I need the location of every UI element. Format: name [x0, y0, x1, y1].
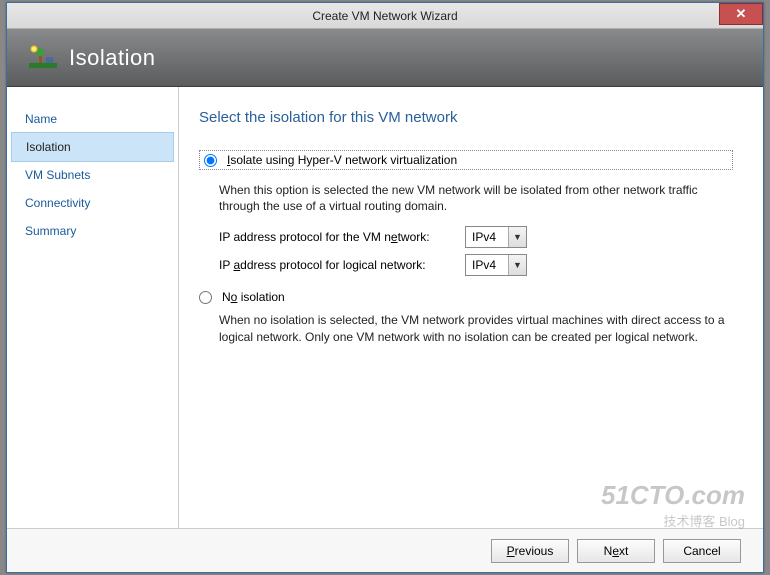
- radio-isolate-hyperv[interactable]: [204, 154, 217, 167]
- vm-protocol-value: IPv4: [466, 227, 508, 247]
- cancel-button[interactable]: Cancel: [663, 539, 741, 563]
- vm-protocol-row: IP address protocol for the VM network: …: [219, 226, 733, 248]
- wizard-banner: Isolation: [7, 29, 763, 87]
- chevron-down-icon: ▼: [508, 227, 526, 247]
- wizard-body: Name Isolation VM Subnets Connectivity S…: [7, 87, 763, 528]
- wizard-footer: Previous Next Cancel: [7, 528, 763, 572]
- step-connectivity[interactable]: Connectivity: [7, 189, 178, 217]
- previous-button[interactable]: Previous: [491, 539, 569, 563]
- chevron-down-icon: ▼: [508, 255, 526, 275]
- wizard-steps-sidebar: Name Isolation VM Subnets Connectivity S…: [7, 87, 179, 528]
- option-none-radio-line[interactable]: No isolation: [199, 290, 733, 304]
- logical-protocol-row: IP address protocol for logical network:…: [219, 254, 733, 276]
- step-vm-subnets[interactable]: VM Subnets: [7, 161, 178, 189]
- banner-title: Isolation: [69, 45, 155, 71]
- logical-protocol-label: IP address protocol for logical network:: [219, 258, 459, 272]
- step-isolation[interactable]: Isolation: [11, 132, 174, 162]
- close-button[interactable]: ✕: [719, 3, 763, 25]
- radio-isolate-hyperv-label: Isolate using Hyper-V network virtualiza…: [227, 153, 457, 167]
- wizard-window: Create VM Network Wizard ✕ Isolation Nam…: [6, 2, 764, 573]
- radio-no-isolation[interactable]: [199, 291, 212, 304]
- next-button[interactable]: Next: [577, 539, 655, 563]
- option-hyperv-radio-line[interactable]: Isolate using Hyper-V network virtualiza…: [204, 153, 728, 167]
- step-summary[interactable]: Summary: [7, 217, 178, 245]
- vm-protocol-select[interactable]: IPv4 ▼: [465, 226, 527, 248]
- content-heading: Select the isolation for this VM network: [199, 109, 733, 126]
- vm-protocol-label: IP address protocol for the VM network:: [219, 230, 459, 244]
- logical-protocol-value: IPv4: [466, 255, 508, 275]
- radio-no-isolation-label: No isolation: [222, 290, 285, 304]
- window-title: Create VM Network Wizard: [312, 9, 457, 23]
- option-none-block: No isolation When no isolation is select…: [199, 290, 733, 344]
- step-name[interactable]: Name: [7, 105, 178, 133]
- option-hyperv-description: When this option is selected the new VM …: [219, 182, 733, 214]
- isolation-step-icon: [29, 45, 57, 71]
- option-none-description: When no isolation is selected, the VM ne…: [219, 312, 733, 344]
- close-icon: ✕: [736, 6, 747, 22]
- titlebar: Create VM Network Wizard ✕: [7, 3, 763, 29]
- option-hyperv-block: Isolate using Hyper-V network virtualiza…: [199, 150, 733, 276]
- logical-protocol-select[interactable]: IPv4 ▼: [465, 254, 527, 276]
- wizard-content: Select the isolation for this VM network…: [179, 87, 763, 528]
